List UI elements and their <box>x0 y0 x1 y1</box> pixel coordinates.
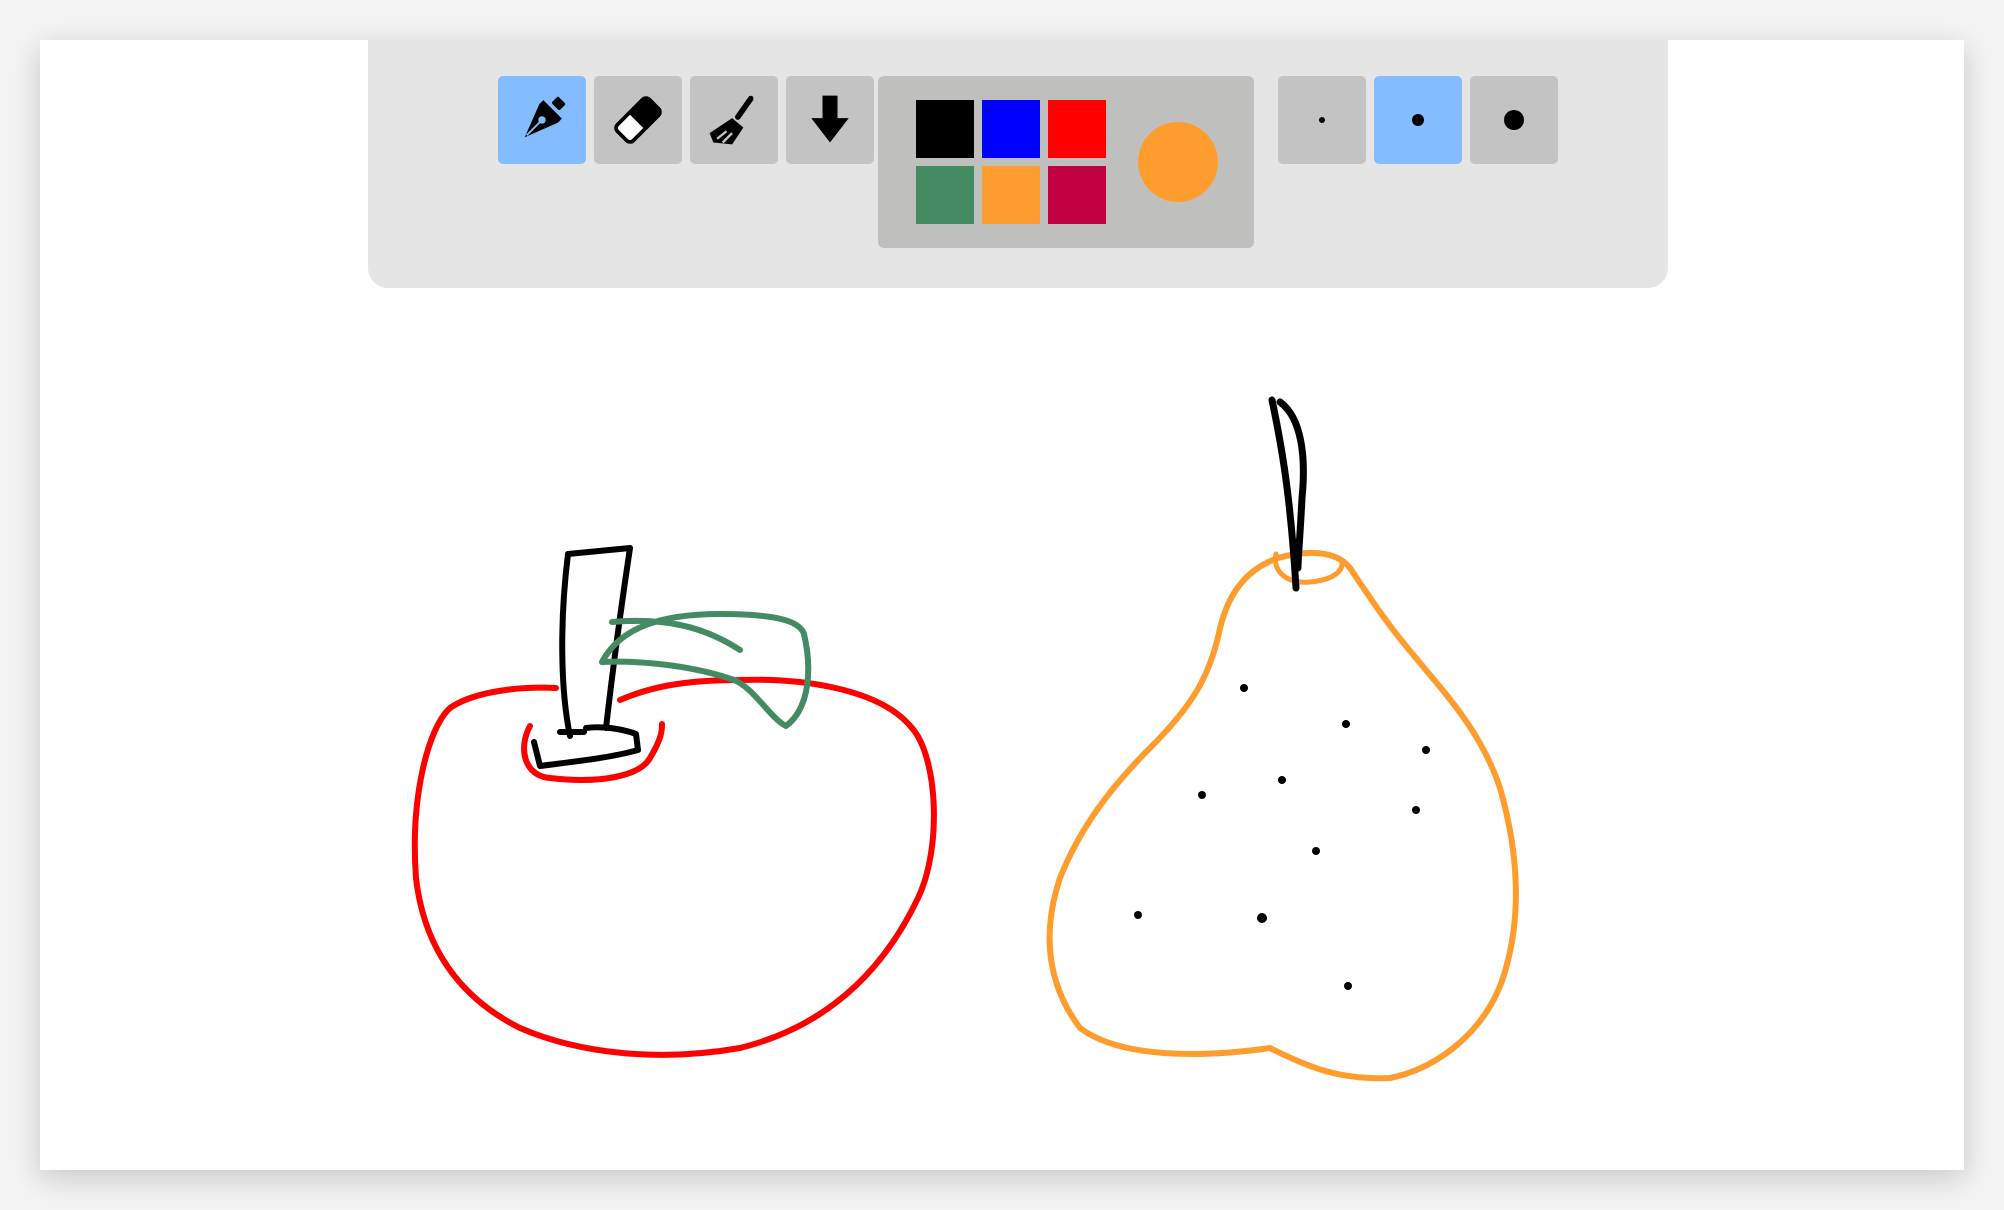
color-palette <box>878 76 1254 248</box>
pear-speckle <box>1240 684 1248 692</box>
pear-speckle <box>1312 847 1320 855</box>
color-swatch-red[interactable] <box>1048 100 1106 158</box>
download-tool-button[interactable] <box>786 76 874 164</box>
eraser-tool-button[interactable] <box>594 76 682 164</box>
brush-size-large-button[interactable] <box>1470 76 1558 164</box>
canvas-drawing-layer <box>411 396 1519 1082</box>
brush-size-small-button[interactable] <box>1278 76 1366 164</box>
drawing-canvas[interactable] <box>40 288 1964 1170</box>
apple-body-stroke <box>411 676 937 1058</box>
eraser-icon <box>614 96 662 144</box>
pear-speckle <box>1257 913 1267 923</box>
apple-dimple-stroke <box>521 721 665 783</box>
brush-small-dot-icon <box>1319 117 1325 123</box>
pen-nib-icon <box>524 96 566 138</box>
paint-app-window <box>40 40 1964 1170</box>
broom-icon <box>709 95 754 145</box>
pear-drawing <box>1046 396 1519 1082</box>
pear-speckle <box>1422 746 1430 754</box>
pear-speckle <box>1278 776 1286 784</box>
color-swatch-black[interactable] <box>916 100 974 158</box>
color-swatch-blue[interactable] <box>982 100 1040 158</box>
pen-tool-button[interactable] <box>498 76 586 164</box>
pear-speckle <box>1412 806 1420 814</box>
brush-medium-dot-icon <box>1412 114 1424 126</box>
current-color-indicator <box>1138 122 1218 202</box>
pear-speckles <box>1134 684 1430 990</box>
color-swatch-crimson[interactable] <box>1048 166 1106 224</box>
apple-stem-stroke <box>531 545 641 769</box>
apple-drawing <box>411 545 937 1058</box>
pear-speckle <box>1134 911 1142 919</box>
color-swatch-orange[interactable] <box>982 166 1040 224</box>
pear-speckle <box>1198 791 1206 799</box>
pear-body-stroke <box>1046 549 1519 1082</box>
clear-tool-button[interactable] <box>690 76 778 164</box>
toolbar <box>368 40 1668 288</box>
pear-speckle <box>1344 982 1352 990</box>
apple-leaf-stroke <box>599 611 812 729</box>
brush-size-medium-button[interactable] <box>1374 76 1462 164</box>
color-swatch-green[interactable] <box>916 166 974 224</box>
download-arrow-icon <box>811 95 849 143</box>
pear-speckle <box>1342 720 1350 728</box>
brush-large-dot-icon <box>1504 110 1524 130</box>
